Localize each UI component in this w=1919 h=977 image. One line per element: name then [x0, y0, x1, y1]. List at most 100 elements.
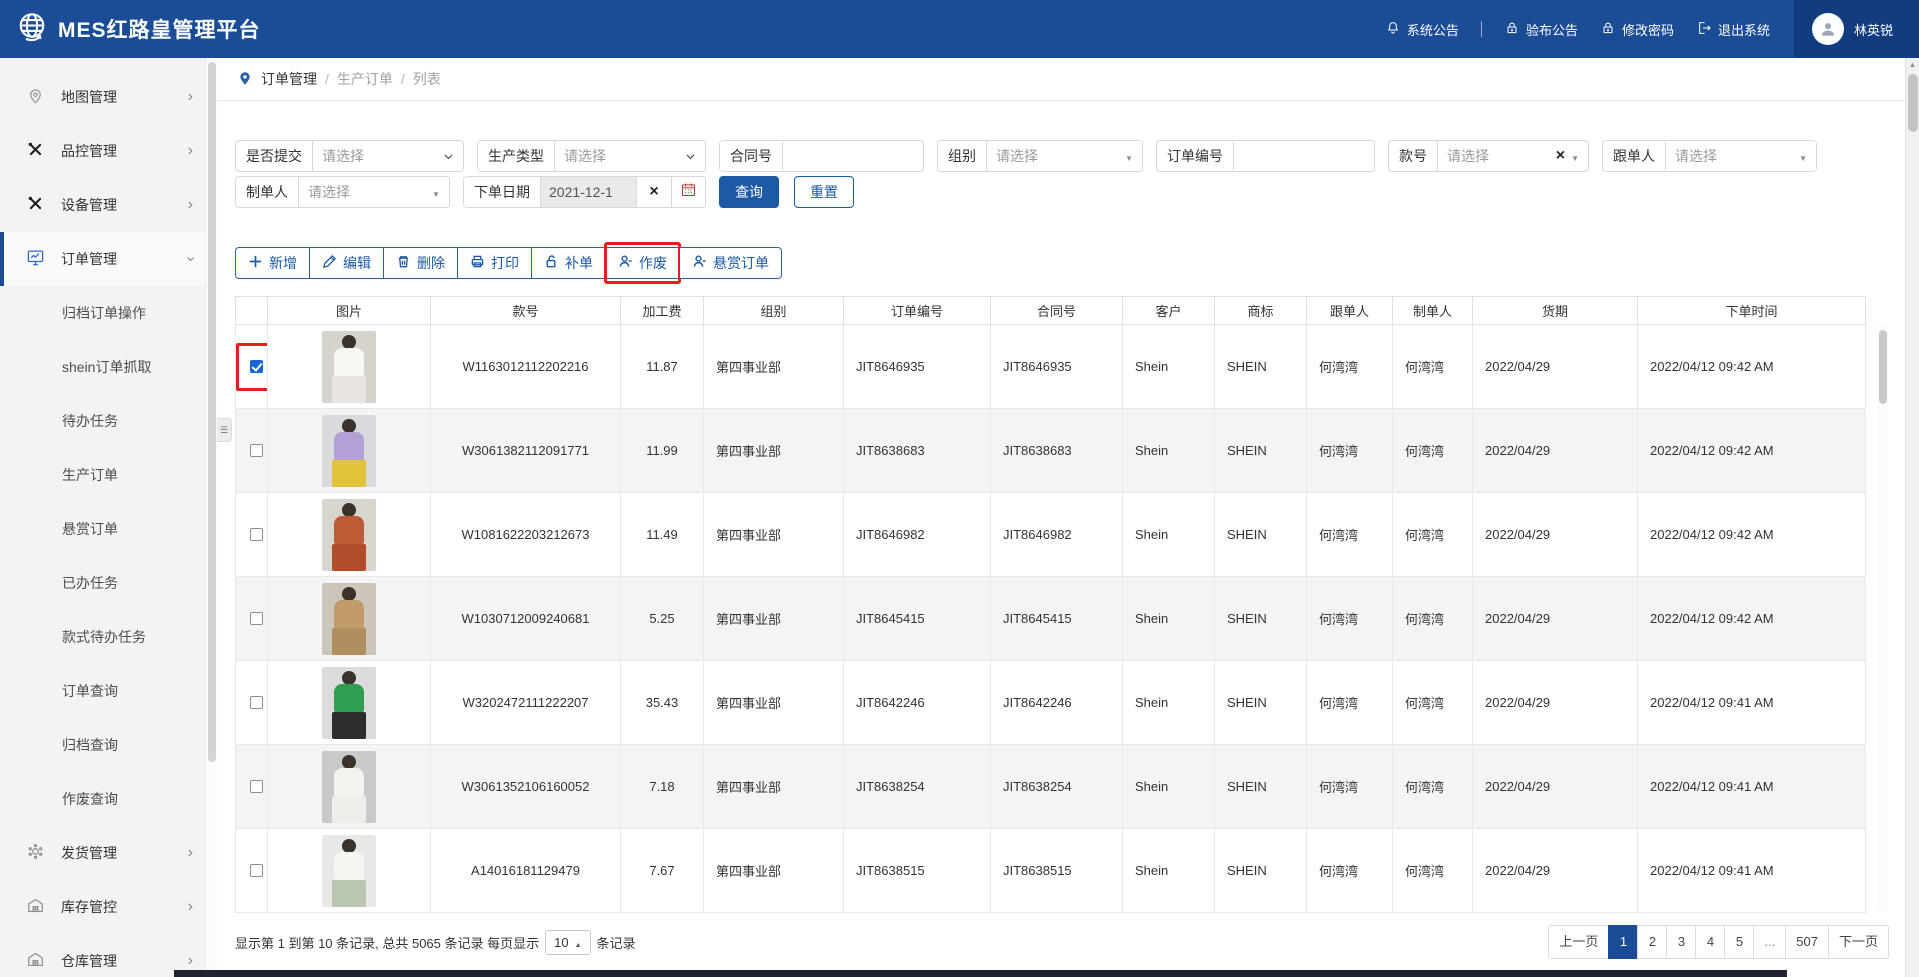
sidebar-item-inventory[interactable]: 库存管控: [0, 880, 205, 934]
sidebar-subitem-order-query[interactable]: 订单查询: [0, 664, 205, 718]
checkbox-wrap: [236, 679, 268, 727]
contract-no-input[interactable]: [783, 141, 923, 171]
row-checkbox[interactable]: [250, 696, 263, 709]
print-button[interactable]: 打印: [458, 248, 532, 278]
page-button[interactable]: 5: [1724, 925, 1754, 959]
sidebar-item-orders[interactable]: 订单管理: [0, 232, 205, 286]
nav-system-announcements[interactable]: 系统公告: [1385, 20, 1459, 39]
merchandiser-select[interactable]: 请选择: [1666, 141, 1816, 171]
scroll-up-arrow-icon[interactable]: ▲: [1906, 58, 1919, 69]
production-type-select[interactable]: 请选择: [555, 141, 705, 171]
row-checkbox[interactable]: [250, 780, 263, 793]
order-date-value[interactable]: 2021-12-1: [541, 177, 637, 207]
sidebar-subitem-bounty-orders[interactable]: 悬赏订单: [0, 502, 205, 556]
page-size-select[interactable]: 10: [545, 930, 590, 955]
product-image-part: [342, 671, 356, 685]
sidebar-subitem-archive-query[interactable]: 归档查询: [0, 718, 205, 772]
edit-button[interactable]: 编辑: [310, 248, 384, 278]
cell-merchandiser: 何湾湾: [1307, 577, 1393, 661]
product-image[interactable]: [322, 331, 376, 403]
maker-select[interactable]: 请选择: [299, 177, 449, 207]
sidebar-subitem-production-orders[interactable]: 生产订单: [0, 448, 205, 502]
summary-text-suffix: 条记录: [597, 933, 636, 952]
submit-status-select[interactable]: 请选择: [313, 141, 463, 171]
user-name: 林英锐: [1854, 20, 1893, 39]
page-button[interactable]: 3: [1666, 925, 1696, 959]
product-image-part: [334, 600, 364, 628]
nav-item-label: 系统公告: [1407, 20, 1459, 39]
table-scrollbar[interactable]: [1878, 325, 1888, 911]
row-checkbox[interactable]: [250, 360, 263, 373]
sidebar-collapse-handle[interactable]: ☰: [217, 418, 232, 442]
user-menu[interactable]: 林英锐: [1794, 0, 1919, 58]
page-button[interactable]: 上一页: [1548, 925, 1609, 959]
product-image-part: [332, 796, 366, 823]
clear-icon[interactable]: [1556, 147, 1565, 165]
nav-change-password[interactable]: 修改密码: [1600, 20, 1674, 39]
sidebar-item-quality[interactable]: 品控管理: [0, 124, 205, 178]
table-scrollbar-thumb[interactable]: [1879, 330, 1887, 404]
page-button[interactable]: 2: [1637, 925, 1667, 959]
product-image[interactable]: [322, 667, 376, 739]
sidebar-subitem-archive-order-ops[interactable]: 归档订单操作: [0, 286, 205, 340]
reset-button[interactable]: 重置: [794, 176, 854, 208]
filter-production-type: 生产类型 请选择: [477, 140, 706, 172]
chevron-right-icon: [188, 899, 193, 915]
row-checkbox[interactable]: [250, 864, 263, 877]
page-button[interactable]: 4: [1695, 925, 1725, 959]
row-checkbox[interactable]: [250, 444, 263, 457]
page-button[interactable]: 下一页: [1828, 925, 1889, 959]
style-no-select[interactable]: 请选择: [1438, 141, 1588, 171]
sidebar-item-map[interactable]: 地图管理: [0, 70, 205, 124]
table-row: W306138211209177111.99第四事业部JIT8638683JIT…: [236, 409, 1866, 493]
column-header: 跟单人: [1307, 297, 1393, 325]
column-header: 制单人: [1393, 297, 1473, 325]
delete-button[interactable]: 删除: [384, 248, 458, 278]
product-image[interactable]: [322, 751, 376, 823]
cell-delivery_date: 2022/04/29: [1473, 409, 1638, 493]
network-gear-icon: [26, 842, 45, 864]
breadcrumb-item[interactable]: 生产订单: [337, 69, 393, 89]
product-image-part: [332, 460, 366, 487]
filter-label: 下单日期: [464, 177, 541, 207]
page-button[interactable]: 507: [1785, 925, 1829, 959]
date-picker-button[interactable]: [671, 177, 705, 207]
sidebar-subitem-void-query[interactable]: 作废查询: [0, 772, 205, 826]
void-button[interactable]: 作废: [606, 248, 680, 278]
person-icon: [618, 254, 633, 272]
supplement-order-button[interactable]: 补单: [532, 248, 606, 278]
sidebar-item-shipping[interactable]: 发货管理: [0, 826, 205, 880]
cell-fee: 11.99: [621, 409, 704, 493]
row-checkbox[interactable]: [250, 528, 263, 541]
search-button[interactable]: 查询: [719, 176, 779, 208]
page-scrollbar-thumb[interactable]: [1908, 74, 1918, 132]
product-image-part: [332, 712, 366, 739]
row-checkbox[interactable]: [250, 612, 263, 625]
table-row: W30613521061600527.18第四事业部JIT8638254JIT8…: [236, 745, 1866, 829]
sidebar-scrollbar-thumb[interactable]: [208, 62, 216, 762]
product-image[interactable]: [322, 835, 376, 907]
sidebar-scrollbar[interactable]: [205, 58, 217, 977]
sidebar-subitem-shein-order-fetch[interactable]: shein订单抓取: [0, 340, 205, 394]
page-button[interactable]: 1: [1608, 925, 1638, 959]
product-image[interactable]: [322, 499, 376, 571]
nav-fabric-announcements[interactable]: 验布公告: [1504, 20, 1578, 39]
product-image[interactable]: [322, 415, 376, 487]
order-no-input[interactable]: [1234, 141, 1374, 171]
page-scrollbar[interactable]: ▲: [1905, 58, 1919, 977]
product-image-part: [332, 376, 366, 403]
bounty-order-button[interactable]: 悬赏订单: [680, 248, 781, 278]
add-button[interactable]: 新增: [236, 248, 310, 278]
cell-customer: Shein: [1123, 661, 1215, 745]
sidebar-subitem-done-tasks[interactable]: 已办任务: [0, 556, 205, 610]
top-navigation: 系统公告 验布公告 修改密码 退出系统: [1385, 20, 1770, 39]
sidebar-subitem-style-todo-tasks[interactable]: 款式待办任务: [0, 610, 205, 664]
nav-logout[interactable]: 退出系统: [1696, 20, 1770, 39]
toolbar-button-label: 打印: [491, 253, 519, 273]
product-image[interactable]: [322, 583, 376, 655]
sidebar-subitem-todo-tasks[interactable]: 待办任务: [0, 394, 205, 448]
sidebar-item-equipment[interactable]: 设备管理: [0, 178, 205, 232]
group-select[interactable]: 请选择: [987, 141, 1142, 171]
date-clear-button[interactable]: [637, 177, 671, 207]
caret-down-icon: [1125, 148, 1133, 164]
